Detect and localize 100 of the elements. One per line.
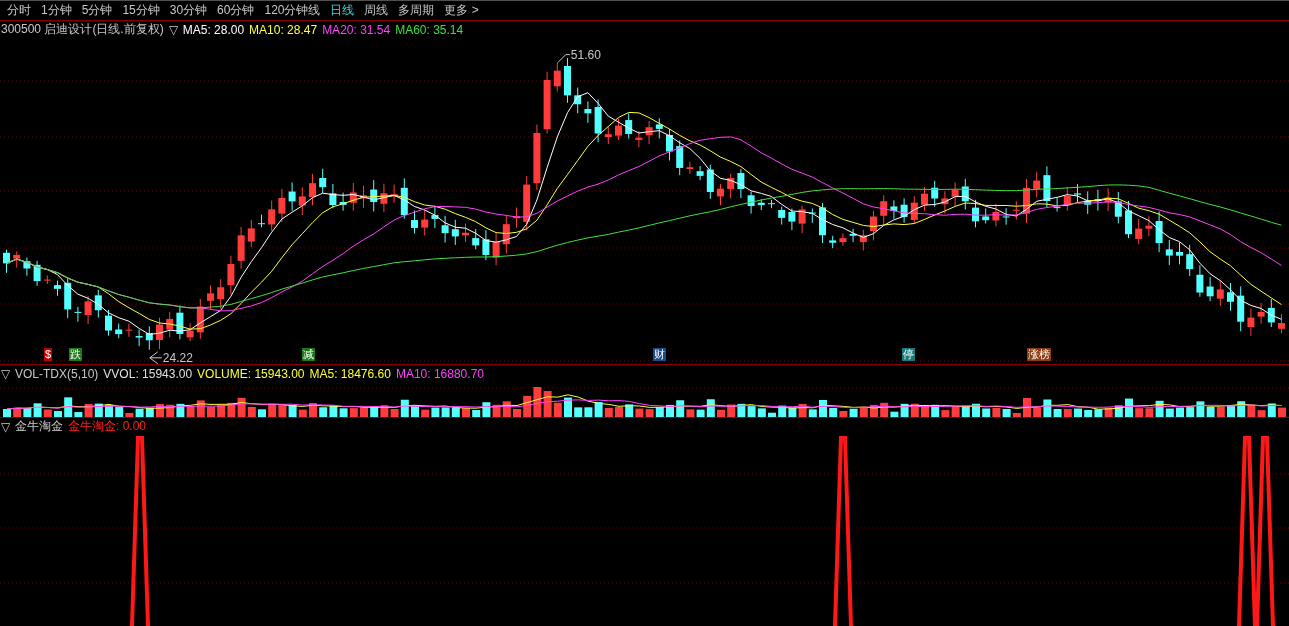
indicator-reading: MA10: 28.47	[249, 22, 318, 37]
candlestick	[798, 205, 806, 234]
candlestick	[961, 178, 969, 210]
candlestick	[931, 180, 939, 208]
candlestick	[94, 289, 102, 319]
high-price-label: 51.60	[557, 47, 601, 64]
candlestick	[553, 62, 561, 92]
indicator-reading: 金牛淘金: 0.00	[68, 418, 147, 435]
candlestick	[717, 183, 724, 206]
candlestick	[1125, 200, 1132, 239]
stock-title: 300500 启迪设计(日线.前复权)	[1, 21, 164, 38]
period-tab[interactable]: 5分钟	[76, 2, 118, 19]
candlestick	[890, 199, 898, 220]
candlestick	[54, 280, 61, 297]
candlestick	[451, 219, 459, 246]
candlestick	[166, 311, 174, 338]
candlestick	[584, 100, 592, 124]
candlestick	[859, 229, 867, 252]
candlestick	[1104, 187, 1112, 212]
candlestick	[706, 164, 714, 200]
candlestick	[1145, 215, 1153, 237]
candlestick	[982, 208, 990, 224]
indicator-reading: MA60: 35.14	[395, 22, 464, 37]
candlestick	[625, 112, 633, 140]
candlestick	[390, 184, 398, 204]
candlestick	[992, 203, 1000, 227]
indicator-name: VOL-TDX(5,10)	[15, 366, 99, 381]
period-tab[interactable]: 周线	[359, 2, 394, 19]
candlestick	[23, 257, 31, 277]
candlestick	[686, 161, 694, 175]
event-marker[interactable]: 财	[653, 348, 666, 361]
period-tab[interactable]: 60分钟	[212, 2, 260, 19]
candlestick	[441, 215, 449, 244]
candlestick	[74, 306, 82, 323]
indicator-reading: MA5: 18476.60	[309, 366, 391, 381]
candlestick	[972, 199, 979, 228]
candlestick	[105, 309, 112, 337]
candlestick	[1216, 279, 1224, 307]
candlestick	[1278, 313, 1285, 334]
candlestick	[757, 198, 765, 211]
collapse-toggle[interactable]: ▽	[1, 366, 10, 381]
candlestick	[298, 186, 306, 216]
candlestick	[339, 192, 347, 212]
candlestick	[513, 207, 520, 229]
candlestick	[13, 250, 21, 269]
event-marker[interactable]: 减	[302, 348, 315, 361]
candlestick	[951, 182, 959, 207]
period-tab[interactable]: 30分钟	[164, 2, 213, 19]
candlestick	[1114, 191, 1122, 224]
collapse-toggle[interactable]: ▽	[1, 419, 10, 434]
candlestick	[156, 317, 163, 350]
period-tab[interactable]: 更多 >	[439, 2, 484, 19]
candlestick	[696, 165, 704, 181]
period-tab[interactable]: 分时	[2, 2, 36, 19]
candlestick	[1227, 282, 1234, 312]
candlestick	[360, 185, 367, 209]
event-marker[interactable]: 涨榜	[1027, 348, 1051, 361]
candlestick	[1206, 276, 1214, 302]
candlestick	[1247, 307, 1255, 337]
candlestick	[1267, 298, 1275, 328]
event-marker[interactable]: 停	[902, 348, 915, 361]
candlestick	[1074, 183, 1081, 203]
collapse-toggle[interactable]: ▽	[168, 22, 178, 37]
period-tab[interactable]: 15分钟	[117, 2, 165, 19]
event-marker[interactable]: $	[44, 348, 53, 361]
candlestick	[543, 71, 551, 134]
candlestick	[462, 223, 469, 243]
candlestick	[258, 214, 265, 228]
candlestick	[666, 128, 673, 161]
period-tab[interactable]: 日线	[325, 2, 360, 19]
candlestick	[207, 285, 214, 310]
candlestick	[839, 232, 847, 247]
candlestick	[319, 168, 327, 194]
candlestick	[1002, 207, 1010, 226]
candlestick	[747, 190, 755, 215]
candlestick	[941, 190, 949, 215]
indicator-reading: VVOL: 15943.00	[103, 366, 193, 381]
candlestick	[778, 206, 786, 225]
candlestick	[635, 130, 643, 148]
candlestick	[645, 120, 653, 145]
candlestick	[1165, 239, 1173, 266]
candlestick	[1012, 200, 1020, 221]
candlestick	[115, 323, 123, 339]
candlestick	[737, 168, 745, 199]
period-tab[interactable]: 多周期	[393, 2, 440, 19]
period-tab[interactable]: 1分钟	[36, 2, 77, 19]
period-tab[interactable]: 120分钟线	[259, 2, 326, 19]
candlestick	[523, 175, 531, 231]
candlestick	[421, 209, 429, 236]
candlestick	[482, 229, 490, 261]
event-marker[interactable]: 跌	[69, 348, 82, 361]
indicator-reading: MA20: 31.54	[322, 22, 391, 37]
candlestick	[921, 186, 928, 212]
indicator-reading: MA10: 16880.70	[395, 366, 484, 381]
candlestick	[329, 183, 337, 209]
candlestick	[33, 260, 41, 287]
candlestick	[278, 188, 286, 223]
candlestick	[880, 194, 888, 226]
candlestick	[1033, 171, 1041, 198]
candlestick	[135, 329, 143, 347]
